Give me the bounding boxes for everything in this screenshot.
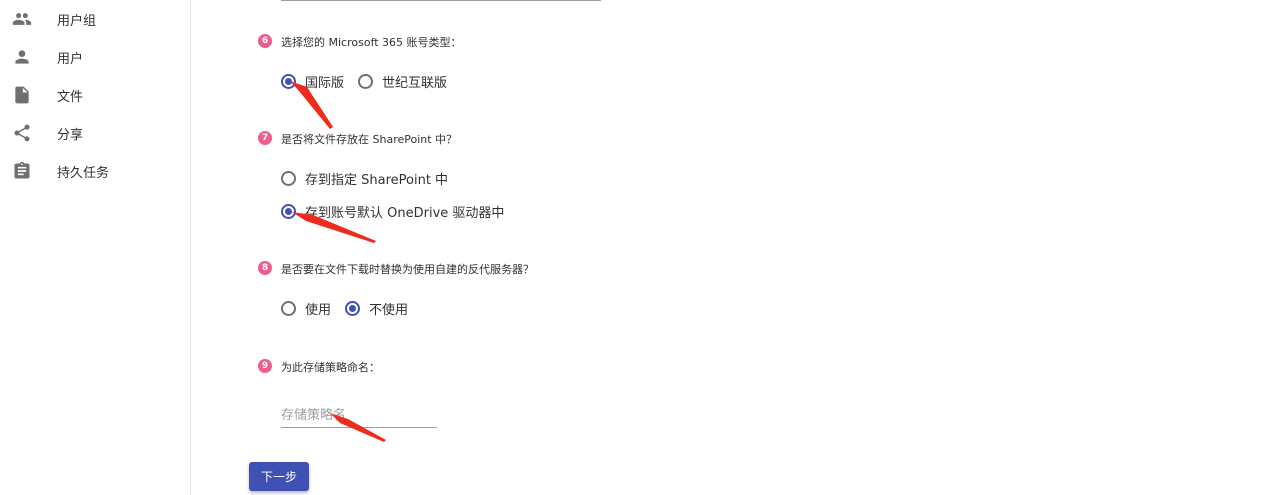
sidebar-item-users[interactable]: 用户 <box>0 38 191 76</box>
sidebar-item-label: 用户 <box>57 51 84 67</box>
sharepoint-radio-option: 存到指定 SharePoint 中 <box>281 168 448 188</box>
radio-21vianet-label[interactable]: 世纪互联版 <box>382 72 447 91</box>
account-type-question: 选择您的 Microsoft 365 账号类型： <box>281 36 462 49</box>
assignment-icon <box>12 161 32 181</box>
step-badge: 6 <box>258 34 272 48</box>
sidebar-item-label: 分享 <box>57 127 84 143</box>
next-button[interactable]: 下一步 <box>249 462 309 491</box>
radio-use-proxy[interactable] <box>281 300 296 316</box>
proxy-question: 是否要在文件下载时替换为使用自建的反代服务器？ <box>281 263 534 276</box>
sidebar: 用户组 用户 文件 分享 持久任务 <box>0 0 191 495</box>
sidebar-item-label: 文件 <box>57 89 84 105</box>
app-layout: 用户组 用户 文件 分享 持久任务 6 选择您的 Microsoft 365 账… <box>0 0 1280 495</box>
radio-specified-sharepoint[interactable] <box>281 170 296 186</box>
storage-policy-form: 6 选择您的 Microsoft 365 账号类型： 国际版 世纪互联版 7 是… <box>211 0 1280 495</box>
previous-field-underline <box>281 0 601 1</box>
radio-specified-sharepoint-label[interactable]: 存到指定 SharePoint 中 <box>305 169 448 188</box>
radio-international[interactable] <box>281 73 296 89</box>
step-badge: 9 <box>258 359 272 373</box>
radio-no-proxy-label[interactable]: 不使用 <box>369 299 408 318</box>
onedrive-radio-option: 存到账号默认 OneDrive 驱动器中 <box>281 201 504 221</box>
person-icon <box>12 47 32 67</box>
sidebar-item-shares[interactable]: 分享 <box>0 114 191 152</box>
step-badge: 7 <box>258 131 272 145</box>
radio-21vianet[interactable] <box>358 73 374 89</box>
policy-name-question: 为此存储策略命名： <box>281 361 380 374</box>
sidebar-item-label: 用户组 <box>57 13 97 29</box>
sidebar-item-tasks[interactable]: 持久任务 <box>0 152 191 190</box>
radio-no-proxy[interactable] <box>345 300 361 316</box>
sidebar-item-files[interactable]: 文件 <box>0 76 191 114</box>
sidebar-item-user-groups[interactable]: 用户组 <box>0 0 191 38</box>
account-type-radio-group: 国际版 世纪互联版 <box>281 71 447 91</box>
policy-name-input[interactable] <box>281 404 437 428</box>
file-icon <box>12 85 32 105</box>
radio-default-onedrive-label[interactable]: 存到账号默认 OneDrive 驱动器中 <box>305 202 504 221</box>
radio-use-proxy-label[interactable]: 使用 <box>305 299 331 318</box>
group-icon <box>12 9 32 29</box>
proxy-radio-group: 使用 不使用 <box>281 298 408 318</box>
sharepoint-question: 是否将文件存放在 SharePoint 中？ <box>281 133 458 146</box>
share-icon <box>12 123 32 143</box>
radio-international-label[interactable]: 国际版 <box>305 72 344 91</box>
radio-default-onedrive[interactable] <box>281 203 296 219</box>
step-badge: 8 <box>258 261 272 275</box>
sidebar-item-label: 持久任务 <box>57 165 110 181</box>
